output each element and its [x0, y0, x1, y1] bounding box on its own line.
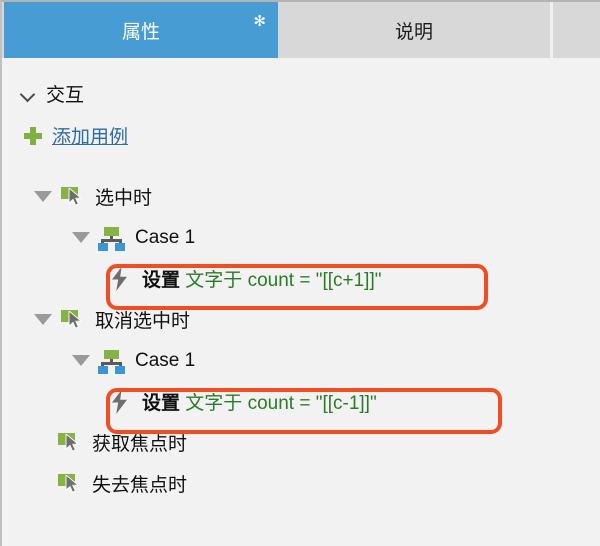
- tab-bar: 属性 ✻ 说明: [0, 0, 600, 58]
- action-verb: 设置: [142, 270, 181, 291]
- event-cursor-icon: [58, 473, 80, 494]
- cursor-arrow-icon: [68, 187, 82, 206]
- cursor-arrow-icon: [65, 433, 79, 452]
- tree-row[interactable]: 获取焦点时: [2, 422, 600, 463]
- cursor-arrow-icon: [68, 310, 82, 329]
- section-title: 交互: [46, 85, 85, 106]
- tree-row[interactable]: 取消选中时: [2, 299, 600, 340]
- section-header-interactions[interactable]: 交互: [20, 80, 84, 107]
- tab-description[interactable]: 说明: [278, 2, 550, 58]
- tree-item-label: 选中时: [95, 188, 153, 209]
- tab-description-label: 说明: [394, 21, 433, 43]
- tree-row-action[interactable]: 设置 文字于 count = "[[c-1]]": [2, 381, 600, 422]
- add-case-button[interactable]: 添加用例: [24, 122, 128, 149]
- tab-properties-label: 属性: [121, 21, 160, 43]
- tree-item-label: Case 1: [135, 226, 196, 248]
- triangle-down-icon[interactable]: [72, 232, 90, 243]
- tab-properties[interactable]: 属性 ✻: [4, 2, 278, 58]
- tree-item-label: 取消选中时: [95, 311, 191, 332]
- event-cursor-icon: [61, 309, 83, 330]
- action-target: 文字于 count = "[[c+1]]": [185, 270, 382, 291]
- lightning-bolt-icon: [112, 266, 127, 291]
- tree-item-label: Case 1: [135, 349, 196, 371]
- tree-item-label: 获取焦点时: [92, 434, 188, 455]
- triangle-down-icon[interactable]: [72, 355, 90, 366]
- action-target: 文字于 count = "[[c-1]]": [185, 393, 377, 414]
- interaction-tree: 选中时 Case 1 设置 文字于 count = "[[c+1]]" 取消选中…: [2, 176, 600, 504]
- tab-bar-filler: [550, 2, 600, 58]
- triangle-down-icon[interactable]: [34, 314, 52, 325]
- event-cursor-icon: [58, 432, 80, 453]
- case-sitemap-icon: [98, 350, 125, 374]
- lightning-bolt-icon: [112, 389, 127, 414]
- action-verb: 设置: [142, 393, 181, 414]
- action-description: 设置 文字于 count = "[[c+1]]": [142, 265, 381, 292]
- tree-row[interactable]: Case 1: [2, 217, 600, 258]
- triangle-down-icon[interactable]: [34, 191, 52, 202]
- cursor-arrow-icon: [65, 474, 79, 493]
- action-description: 设置 文字于 count = "[[c-1]]": [142, 388, 377, 415]
- interactions-panel: 交互 添加用例 选中时 Case 1 设置 文字于 count = "[[c+1…: [0, 58, 600, 546]
- case-sitemap-icon: [98, 227, 125, 251]
- chevron-down-icon[interactable]: [20, 86, 36, 102]
- tree-row-action[interactable]: 设置 文字于 count = "[[c+1]]": [2, 258, 600, 299]
- tree-item-label: 失去焦点时: [92, 475, 188, 496]
- event-cursor-icon: [61, 186, 83, 207]
- tree-row[interactable]: Case 1: [2, 340, 600, 381]
- add-case-label: 添加用例: [52, 127, 129, 148]
- tree-row[interactable]: 失去焦点时: [2, 463, 600, 504]
- plus-icon: [24, 126, 42, 145]
- tab-modified-indicator-icon: ✻: [253, 13, 266, 30]
- tree-row[interactable]: 选中时: [2, 176, 600, 217]
